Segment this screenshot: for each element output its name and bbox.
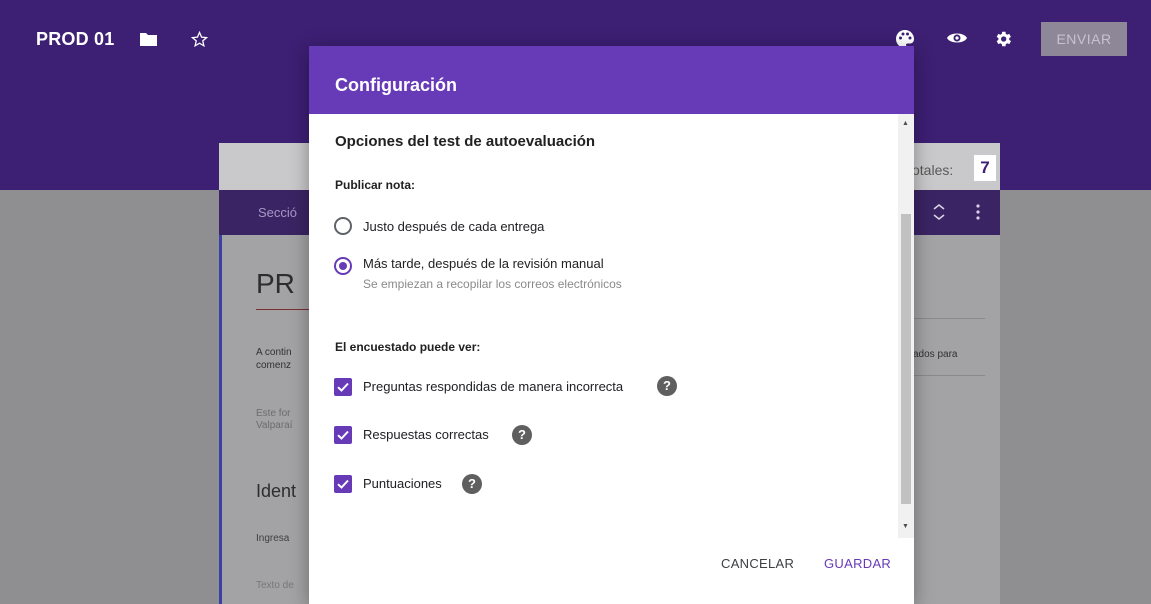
scroll-up-icon[interactable]: ▲ — [902, 120, 909, 127]
publish-label: Publicar nota: — [335, 178, 416, 192]
card-right-text: ados para — [913, 349, 958, 360]
settings-dialog: Configuración ▲ ▼ Opciones del test de a… — [309, 46, 914, 604]
scrollbar-thumb[interactable] — [901, 214, 911, 504]
check-icon — [337, 479, 349, 489]
checkbox-correct-answers-label[interactable]: Respuestas correctas — [363, 427, 489, 442]
more-vert-icon[interactable] — [975, 204, 981, 225]
check-icon — [337, 430, 349, 440]
card-ident-heading: Ident — [256, 481, 297, 501]
checkbox-point-values[interactable] — [334, 475, 352, 493]
radio-after-each-submission[interactable] — [334, 217, 352, 235]
checkbox-missed-questions[interactable] — [334, 378, 352, 396]
dialog-title: Configuración — [335, 75, 457, 95]
section-label: Secció — [258, 205, 298, 220]
eye-icon[interactable] — [946, 30, 968, 51]
help-icon[interactable]: ? — [657, 376, 677, 396]
card-note-2: Valparaí — [256, 420, 293, 431]
title-underline — [256, 309, 316, 310]
checkbox-correct-answers[interactable] — [334, 426, 352, 444]
form-title[interactable]: PROD 01 — [36, 29, 114, 50]
card-divider-2 — [913, 375, 985, 376]
gear-icon[interactable] — [993, 29, 1013, 54]
radio-after-manual-review[interactable] — [334, 257, 352, 275]
save-button[interactable]: GUARDAR — [824, 556, 891, 571]
scroll-down-icon[interactable]: ▼ — [902, 523, 909, 530]
collapse-icon[interactable] — [933, 203, 945, 226]
respondent-can-see-label: El encuestado puede ver: — [335, 340, 481, 354]
card-text-field[interactable]: Texto de — [256, 580, 294, 591]
card-divider — [913, 318, 985, 319]
radio-after-each-submission-label[interactable]: Justo después de cada entrega — [363, 219, 544, 234]
totals-label: otales: — [912, 162, 954, 178]
check-icon — [337, 382, 349, 392]
card-description-2: comenz — [256, 360, 292, 371]
card-ingresa-text: Ingresa — [256, 533, 290, 544]
send-button[interactable]: ENVIAR — [1041, 22, 1127, 56]
dialog-header: Configuración — [309, 46, 914, 114]
card-title[interactable]: PR — [256, 268, 295, 300]
card-description: A contin — [256, 347, 292, 358]
checkbox-point-values-label[interactable]: Puntuaciones — [363, 476, 442, 491]
checkbox-missed-questions-label[interactable]: Preguntas respondidas de manera incorrec… — [363, 379, 623, 394]
help-icon[interactable]: ? — [512, 425, 532, 445]
options-title: Opciones del test de autoevaluación — [335, 133, 596, 150]
star-icon[interactable] — [190, 30, 209, 53]
card-note: Este for — [256, 408, 291, 419]
radio-after-manual-review-label[interactable]: Más tarde, después de la revisión manual — [363, 256, 604, 271]
radio-after-manual-review-sublabel: Se empiezan a recopilar los correos elec… — [363, 277, 622, 291]
card-accent-bar — [219, 235, 222, 604]
totals-badge: 7 — [974, 155, 996, 181]
folder-icon[interactable] — [140, 32, 157, 51]
help-icon[interactable]: ? — [462, 474, 482, 494]
cancel-button[interactable]: CANCELAR — [721, 556, 794, 571]
